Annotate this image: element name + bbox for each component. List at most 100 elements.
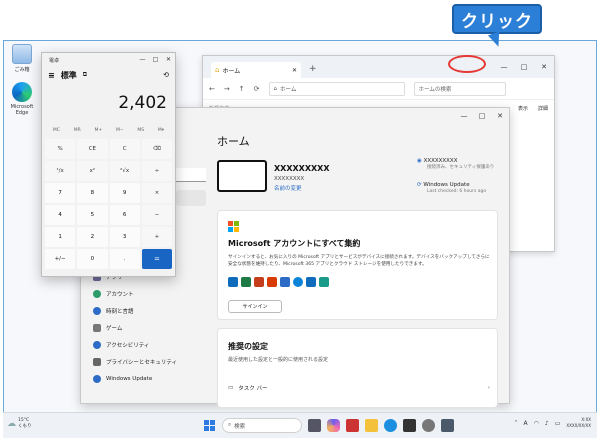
back-arrow-icon[interactable]: ← <box>209 85 215 93</box>
explorer-tab-home[interactable]: ⌂ ホーム ✕ <box>211 62 301 78</box>
maximize-button[interactable]: □ <box>514 56 534 78</box>
weather-desc: くもり <box>18 424 32 429</box>
calc-button[interactable]: CE <box>77 139 108 159</box>
edge-icon[interactable] <box>384 419 397 432</box>
calc-button[interactable]: % <box>45 139 76 159</box>
calc-button[interactable]: 9 <box>109 183 140 203</box>
clock[interactable]: X:XX XXXX/XX/XX <box>566 417 591 429</box>
card-description: サインインすると、お気に入りの Microsoft アプリとサービスがデバイスに… <box>228 255 490 267</box>
settings-search-input[interactable] <box>176 168 206 182</box>
task-view-icon[interactable] <box>308 419 321 432</box>
history-icon[interactable]: ⟲ <box>163 71 169 79</box>
close-button[interactable]: ✕ <box>534 56 554 78</box>
sign-in-button[interactable]: サインイン <box>228 300 282 313</box>
settings-icon[interactable] <box>422 419 435 432</box>
memory-subtract-button[interactable]: M− <box>116 128 124 133</box>
settings-nav-selected[interactable] <box>176 190 206 206</box>
page-title: ホーム <box>217 135 250 148</box>
calculator-titlebar: 電卓 — □ ✕ <box>42 53 175 67</box>
ime-icon[interactable]: A <box>524 420 528 427</box>
calc-button[interactable]: 3 <box>109 227 140 247</box>
minimize-button[interactable]: — <box>494 56 514 78</box>
calc-button[interactable]: 6 <box>109 205 140 225</box>
calc-button[interactable]: 2 <box>77 227 108 247</box>
avatar[interactable] <box>217 160 267 192</box>
minimize-button[interactable]: — <box>136 53 149 67</box>
taskbar-setting-row[interactable]: ▭ タスク バー › <box>228 384 490 392</box>
calc-button[interactable]: ⌫ <box>141 139 172 159</box>
memory-list-button[interactable]: M▾ <box>158 128 164 133</box>
calculator-keypad: % CE C ⌫ ¹/x x² ²√x ÷ 7 8 9 × 4 5 6 − 1 … <box>42 137 175 271</box>
calc-button[interactable]: ¹/x <box>45 161 76 181</box>
calc-button[interactable]: C <box>109 139 140 159</box>
weather-widget[interactable]: ☁ 15°C くもり <box>7 418 32 429</box>
sidebar-item-time-language[interactable]: 時刻と言語 <box>89 302 205 319</box>
memory-store-button[interactable]: MS <box>137 128 144 133</box>
calc-button[interactable]: +/− <box>45 249 76 269</box>
calc-button[interactable]: 4 <box>45 205 76 225</box>
highlight-ring <box>448 55 486 73</box>
store-icon[interactable] <box>403 419 416 432</box>
calc-button[interactable]: ²√x <box>109 161 140 181</box>
calc-button[interactable]: 7 <box>45 183 76 203</box>
calc-button[interactable]: 8 <box>77 183 108 203</box>
calc-button[interactable]: × <box>141 183 172 203</box>
memory-clear-button[interactable]: MC <box>53 128 60 133</box>
desktop-icon-edge[interactable]: Microsoft Edge <box>5 82 39 116</box>
sidebar-item-privacy[interactable]: プライバシーとセキュリティ <box>89 353 205 370</box>
calculator-window: 電卓 — □ ✕ ≡ 標準 ⧉ ⟲ 2,402 MC MR M+ M− MS M… <box>41 52 176 277</box>
media-icon[interactable] <box>346 419 359 432</box>
calc-button[interactable]: . <box>109 249 140 269</box>
menu-icon[interactable]: ≡ <box>48 71 55 80</box>
sidebar-item-gaming[interactable]: ゲーム <box>89 319 205 336</box>
mode-label: 標準 <box>60 70 77 80</box>
desktop-icon-label: Microsoft Edge <box>10 104 34 116</box>
explorer-search-input[interactable]: ホームの検索 <box>413 81 506 96</box>
calc-button[interactable]: x² <box>77 161 108 181</box>
copilot-icon[interactable] <box>327 419 340 432</box>
maximize-button[interactable]: □ <box>149 53 162 67</box>
sidebar-item-windows-update[interactable]: Windows Update <box>89 370 205 387</box>
battery-icon[interactable]: ▭ <box>555 420 561 427</box>
new-tab-button[interactable]: + <box>309 64 317 74</box>
calc-button[interactable]: + <box>141 227 172 247</box>
home-icon: ⌂ <box>215 66 220 74</box>
calc-button[interactable]: 1 <box>45 227 76 247</box>
details-button[interactable]: 詳細 <box>538 105 548 112</box>
card-title: 推奨の設定 <box>228 342 268 351</box>
forward-arrow-icon[interactable]: → <box>224 85 230 93</box>
equals-button[interactable]: = <box>141 249 172 269</box>
close-button[interactable]: ✕ <box>162 53 175 67</box>
view-button[interactable]: 表示 <box>518 105 528 112</box>
calc-button[interactable]: 5 <box>77 205 108 225</box>
calc-button[interactable]: 0 <box>77 249 108 269</box>
network-status[interactable]: ◉ XXXXXXXXX 接続済み、セキュリティ保護あり <box>417 158 494 170</box>
memory-add-button[interactable]: M+ <box>95 128 103 133</box>
chevron-up-icon[interactable]: ˄ <box>515 420 518 427</box>
network-status-text: 接続済み、セキュリティ保護あり <box>427 165 495 170</box>
sidebar-item-accounts[interactable]: アカウント <box>89 285 205 302</box>
desktop-icon-recycle-bin[interactable]: ごみ箱 <box>5 44 39 73</box>
speaker-icon[interactable]: ♪ <box>545 420 549 427</box>
calculator-icon[interactable] <box>441 419 454 432</box>
memory-recall-button[interactable]: MR <box>74 128 81 133</box>
file-explorer-icon[interactable] <box>365 419 378 432</box>
calc-button[interactable]: − <box>141 205 172 225</box>
close-tab-icon[interactable]: ✕ <box>292 67 297 74</box>
windows-update-status[interactable]: ⟳ Windows Update Last checked: 6 hours a… <box>417 182 486 194</box>
up-arrow-icon[interactable]: ↑ <box>239 85 245 93</box>
calc-button[interactable]: ÷ <box>141 161 172 181</box>
sidebar-item-label: アクセシビリティ <box>106 342 150 349</box>
wifi-icon[interactable]: ◠ <box>534 420 539 427</box>
clock-date: XXXX/XX/XX <box>566 423 591 428</box>
sidebar-item-accessibility[interactable]: アクセシビリティ <box>89 336 205 353</box>
security-icon <box>319 277 329 287</box>
sidebar-item-label: アカウント <box>106 291 134 298</box>
taskbar-search[interactable]: ⌕ 検索 <box>222 418 302 433</box>
address-bar[interactable]: ⌂ ホーム <box>268 81 405 96</box>
refresh-icon[interactable]: ⟳ <box>254 85 260 93</box>
keep-on-top-icon[interactable]: ⧉ <box>83 71 87 79</box>
start-icon[interactable] <box>203 419 216 432</box>
rename-link[interactable]: 名前の変更 <box>274 184 302 192</box>
card-description: 最近使用した設定と一般的に使用される設定 <box>228 357 329 363</box>
